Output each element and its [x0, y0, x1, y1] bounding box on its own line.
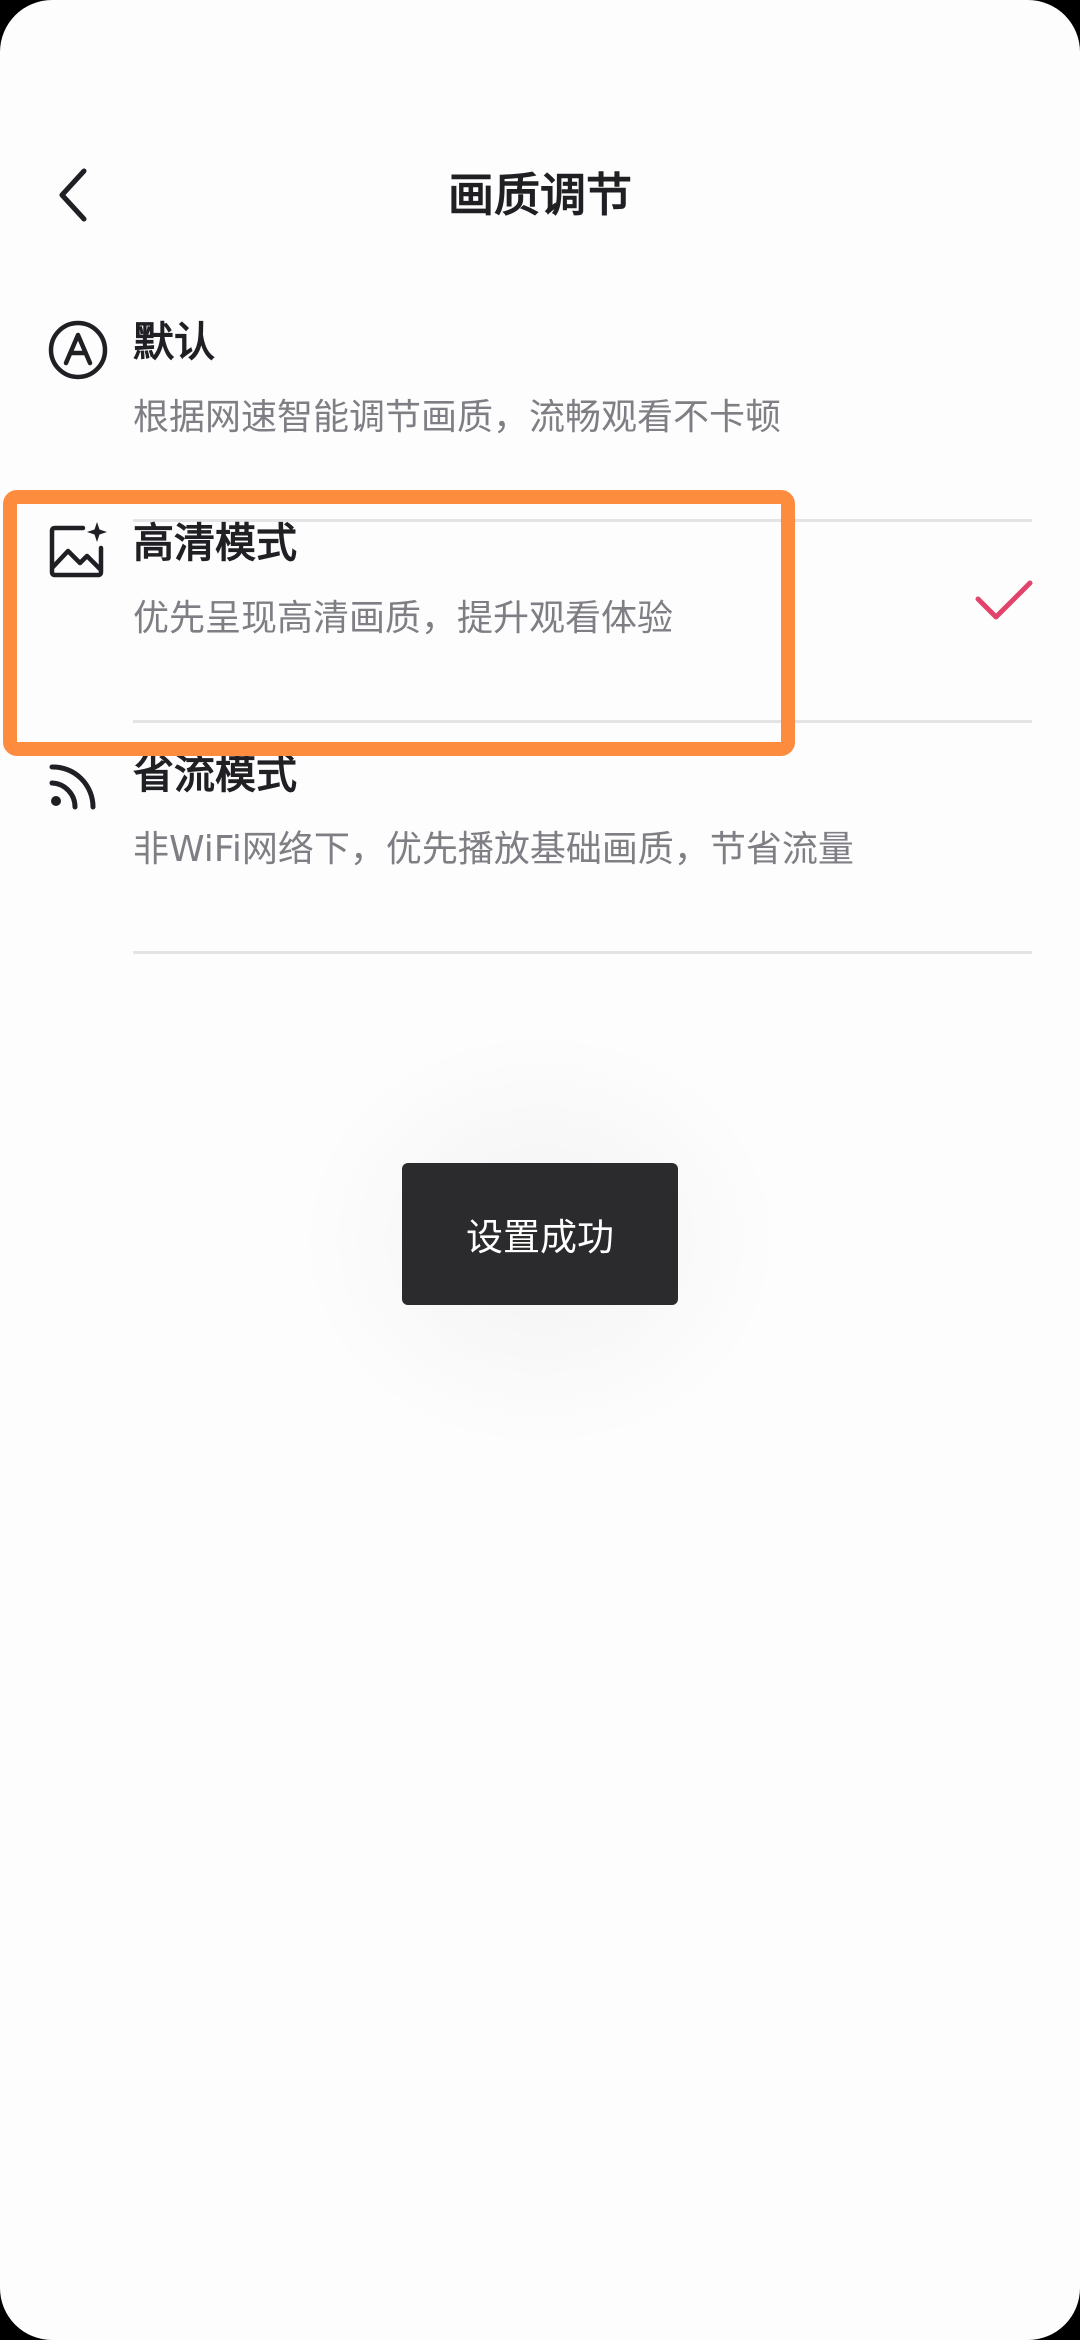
option-name: 省流模式 [133, 750, 297, 798]
divider [133, 951, 1032, 954]
hd-image-sparkle-icon [46, 519, 110, 583]
option-name: 默认 [133, 318, 215, 366]
option-data-saver[interactable]: 省流模式 非WiFi网络下，优先播放基础画质，节省流量 [0, 722, 1080, 954]
auto-a-icon [46, 318, 110, 382]
toast-message: 设置成功 [402, 1163, 678, 1305]
quality-settings-screen: 画质调节 默认 根据网速智能调节画质，流畅观看不卡顿 高清模式 优先呈现高清画质… [0, 0, 1080, 2340]
option-hd[interactable]: 高清模式 优先呈现高清画质，提升观看体验 [0, 491, 1080, 723]
checkmark-icon [975, 580, 1033, 620]
option-description: 非WiFi网络下，优先播放基础画质，节省流量 [133, 829, 854, 870]
page-title: 画质调节 [448, 168, 632, 222]
option-name: 高清模式 [133, 519, 297, 567]
data-saver-signal-icon [46, 750, 110, 814]
header: 画质调节 [0, 150, 1080, 240]
option-description: 根据网速智能调节画质，流畅观看不卡顿 [133, 397, 782, 438]
option-default[interactable]: 默认 根据网速智能调节画质，流畅观看不卡顿 [0, 290, 1080, 522]
option-description: 优先呈现高清画质，提升观看体验 [133, 598, 674, 639]
